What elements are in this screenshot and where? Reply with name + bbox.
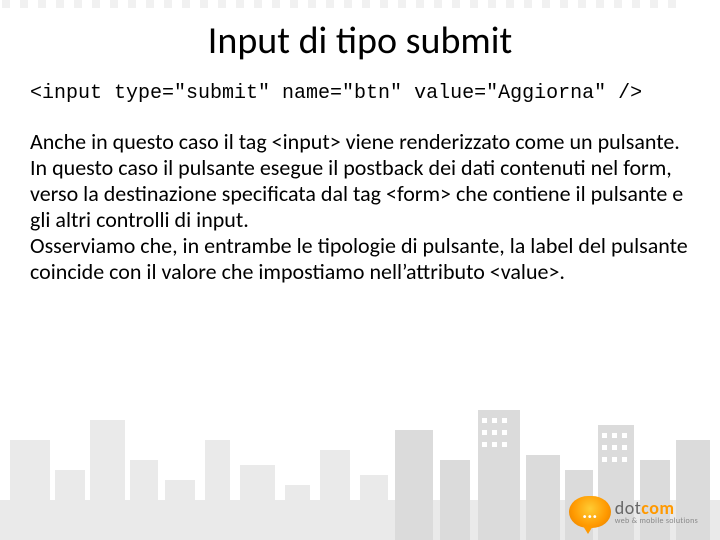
paragraph-1: Anche in questo caso il tag <input> vien… (30, 129, 690, 155)
logo-bubble-icon: ... (569, 496, 611, 528)
logo-tagline: web & mobile solutions (615, 517, 698, 525)
slide-title: Input di tipo submit (30, 18, 690, 64)
logo-text: dotcom (615, 499, 698, 517)
paragraph-3: Osserviamo che, in entrambe le tipologie… (30, 233, 690, 285)
code-snippet: <input type="submit" name="btn" value="A… (30, 82, 690, 105)
body-text: Anche in questo caso il tag <input> vien… (30, 129, 690, 285)
brand-logo: ... dotcom web & mobile solutions (569, 496, 698, 528)
paragraph-2: In questo caso il pulsante esegue il pos… (30, 155, 690, 233)
